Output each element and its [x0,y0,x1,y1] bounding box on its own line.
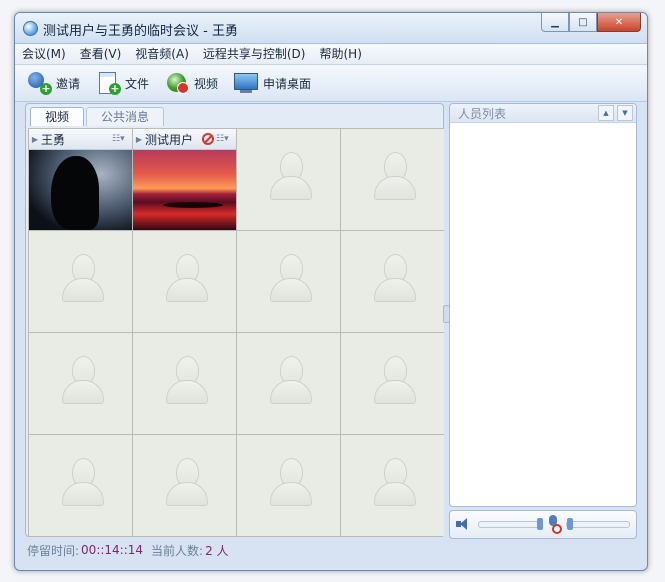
file-icon [94,70,122,96]
panel-tabs: 视频 公共消息 [30,107,166,126]
expand-arrow-icon[interactable]: ▶ [29,135,41,144]
video-stream [29,150,132,230]
camera-off-icon [202,133,214,145]
tab-video[interactable]: 视频 [30,107,85,126]
invite-button[interactable]: 邀请 [25,70,80,96]
request-desktop-button[interactable]: 申请桌面 [232,70,311,96]
placeholder-avatar-icon [62,254,104,304]
meeting-window: 测试用户与王勇的临时会议 - 王勇 ▁ □ ✕ 会议(M) 查看(V) 视音频(… [14,12,648,571]
placeholder-avatar-icon [166,254,208,304]
video-user-name: 测试用户 [145,132,194,147]
placeholder-avatar-icon [270,356,312,406]
status-bar: 停留时间: 00::14::14 当前人数: 2 人 [27,541,627,559]
expand-arrow-icon[interactable]: ▶ [133,135,145,144]
menu-help[interactable]: 帮助(H) [312,44,368,64]
empty-video-slot [29,435,132,536]
desktop-icon [232,70,260,96]
empty-video-slot [29,333,132,434]
invite-icon [25,70,53,96]
maximize-button[interactable]: □ [569,13,597,32]
minimize-button[interactable]: ▁ [541,13,569,32]
window-title: 测试用户与王勇的临时会议 - 王勇 [43,24,238,39]
file-label: 文件 [125,76,150,91]
request-desktop-label: 申请桌面 [263,76,312,91]
video-button[interactable]: 视频 [163,70,218,96]
empty-video-slot [341,231,444,332]
close-button[interactable]: ✕ [597,13,641,32]
empty-video-slot [133,435,236,536]
file-button[interactable]: 文件 [94,70,149,96]
placeholder-avatar-icon [374,254,416,304]
menu-meeting[interactable]: 会议(M) [15,44,73,64]
people-list-title: 人员列表 [458,106,507,121]
speaker-volume-slider[interactable] [478,518,543,530]
people-count-value: 2 人 [205,543,229,558]
placeholder-avatar-icon [270,458,312,508]
video-header: ▶ 测试用户 ☷▾ [133,129,236,150]
placeholder-avatar-icon [374,458,416,508]
placeholder-avatar-icon [166,458,208,508]
video-icon [163,70,191,96]
empty-video-slot [133,231,236,332]
placeholder-avatar-icon [374,152,416,202]
empty-video-slot [341,435,444,536]
microphone-muted-icon[interactable] [546,515,562,534]
mic-volume-thumb[interactable] [567,518,573,530]
app-icon [23,21,38,36]
menu-av[interactable]: 视音频(A) [128,44,196,64]
empty-video-slot [29,231,132,332]
stay-time-value: 00::14::14 [81,543,144,557]
video-panel: 视频 公共消息 ▶ 王勇 ☷▾ ▶ 测试用户 ☷▾ [25,103,444,537]
speaker-volume-thumb[interactable] [537,518,543,530]
people-list-header: 人员列表 ▲ ▼ [450,104,636,123]
title-bar[interactable]: 测试用户与王勇的临时会议 - 王勇 ▁ □ ✕ [15,13,647,44]
audio-controls [449,510,637,539]
video-stream [133,150,236,230]
video-menu-icon[interactable]: ☷▾ [112,134,132,144]
menu-remote[interactable]: 远程共享与控制(D) [196,44,313,64]
invite-label: 邀请 [56,76,81,91]
toolbar: 邀请 文件 视频 申请桌面 [15,65,647,102]
video-menu-icon[interactable]: ☷▾ [216,134,236,144]
placeholder-avatar-icon [270,152,312,202]
people-list-panel: 人员列表 ▲ ▼ [449,103,637,507]
menu-view[interactable]: 查看(V) [73,44,129,64]
video-cell-user1[interactable]: ▶ 王勇 ☷▾ [29,129,132,230]
menu-bar: 会议(M) 查看(V) 视音频(A) 远程共享与控制(D) 帮助(H) [15,44,647,65]
speaker-icon[interactable] [456,517,470,531]
video-header: ▶ 王勇 ☷▾ [29,129,132,150]
video-cell-user2[interactable]: ▶ 测试用户 ☷▾ [133,129,236,230]
empty-video-slot [341,333,444,434]
placeholder-avatar-icon [270,254,312,304]
empty-video-slot [237,129,340,230]
window-controls: ▁ □ ✕ [541,13,641,32]
empty-video-slot [237,333,340,434]
placeholder-avatar-icon [374,356,416,406]
placeholder-avatar-icon [62,356,104,406]
people-count-label: 当前人数: [151,543,204,558]
video-label: 视频 [194,76,219,91]
empty-video-slot [237,435,340,536]
placeholder-avatar-icon [166,356,208,406]
empty-video-slot [133,333,236,434]
mic-volume-slider[interactable] [566,518,630,530]
empty-video-slot [237,231,340,332]
tab-public-messages[interactable]: 公共消息 [86,107,165,126]
scroll-up-icon[interactable]: ▲ [598,105,614,121]
scroll-down-icon[interactable]: ▼ [617,105,633,121]
video-user-name: 王勇 [41,132,66,147]
stay-time-label: 停留时间: [27,543,80,558]
empty-video-slot [341,129,444,230]
placeholder-avatar-icon [62,458,104,508]
video-grid: ▶ 王勇 ☷▾ ▶ 测试用户 ☷▾ [28,128,444,537]
